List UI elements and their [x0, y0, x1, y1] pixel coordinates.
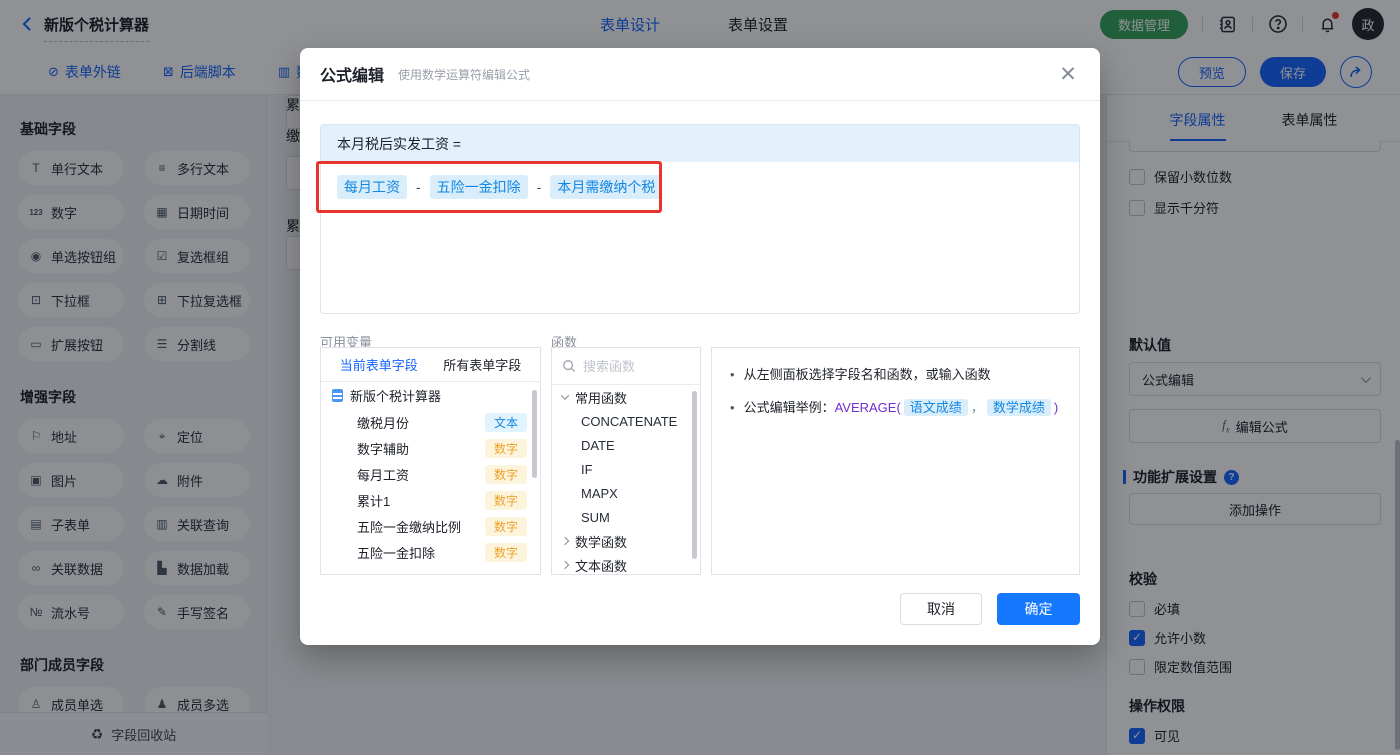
modal-title: 公式编辑: [320, 68, 385, 85]
function-tree-item[interactable]: DATE: [552, 433, 700, 457]
function-tree-item[interactable]: CONCATENATE: [552, 409, 700, 433]
formula-token[interactable]: 本月需缴纳个税: [550, 175, 663, 199]
tip-field-chip: 语文成绩: [903, 399, 968, 416]
variable-type-badge: 数字: [484, 438, 527, 458]
variables-panel: 当前表单字段 所有表单字段 新版个税计算器 缴税月份 文本 数字辅助 数字 每月…: [320, 347, 541, 575]
tree-chevron-icon: [560, 560, 570, 570]
variable-name: 数字辅助: [357, 441, 410, 457]
function-tree-label: CONCATENATE: [581, 413, 678, 429]
variable-name: 五险一金缴纳比例: [357, 519, 462, 535]
function-tree-item[interactable]: 文本函数: [552, 553, 700, 574]
variable-item[interactable]: 累计1 数字: [321, 487, 540, 513]
tip-field-chip: 数学成绩: [986, 399, 1051, 416]
variable-type-badge: 数字: [484, 542, 527, 562]
tip-close-paren: ): [1053, 400, 1059, 415]
functions-scrollbar[interactable]: [692, 391, 697, 559]
function-tree-label: IF: [581, 461, 593, 477]
tip-example-prefix: 公式编辑举例：: [743, 400, 835, 415]
variable-item[interactable]: 五险一金缴纳比例 数字: [321, 513, 540, 539]
tree-chevron-icon: [560, 536, 570, 546]
formula-editor-area[interactable]: 本月税后实发工资 = 每月工资 - 五险一金扣除 - 本月需缴纳个税: [320, 124, 1080, 314]
search-icon: [563, 360, 576, 373]
formula-token[interactable]: -: [416, 179, 421, 195]
variable-type-badge: 数字: [484, 464, 527, 484]
modal-subtitle: 使用数学运算符编辑公式: [398, 67, 531, 82]
function-tree-label: 数学函数: [575, 534, 628, 550]
app-window: 新版个税计算器 表单设计 表单设置 数据管理 政 ⊘ 表单外链 ⊠ 后端脚本 ▥…: [0, 0, 1400, 755]
variable-name: 累计1: [357, 493, 391, 509]
variable-name: 五险一金扣除: [357, 545, 436, 561]
function-search: [552, 348, 700, 385]
variable-item[interactable]: 每月工资 数字: [321, 461, 540, 487]
variables-scrollbar[interactable]: [532, 390, 537, 478]
function-tree-item[interactable]: IF: [552, 457, 700, 481]
functions-tree: 常用函数 CONCATENATE DATE IF MAPX SUM 数学函数 文…: [552, 385, 700, 574]
formula-expression: 每月工资 - 五险一金扣除 - 本月需缴纳个税: [321, 162, 1079, 212]
variable-type-badge: 文本: [484, 412, 527, 432]
function-tree-label: MAPX: [581, 485, 618, 501]
bullet-icon: •: [730, 400, 735, 415]
tip-item: • 公式编辑举例：AVERAGE(语文成绩，数学成绩): [730, 398, 1061, 418]
variable-name: 缴税月份: [357, 415, 410, 431]
form-doc-icon: [332, 389, 343, 402]
formula-editor-modal: 公式编辑 使用数学运算符编辑公式 ✕ 本月税后实发工资 = 每月工资 - 五险一金扣…: [300, 48, 1100, 645]
function-tree-label: SUM: [581, 509, 610, 525]
functions-panel: 常用函数 CONCATENATE DATE IF: [551, 347, 701, 575]
function-tree-item[interactable]: SUM: [552, 505, 700, 529]
tip-function-name: AVERAGE(: [834, 400, 901, 415]
variable-name: 每月工资: [357, 467, 410, 483]
variables-tab[interactable]: 当前表单字段: [340, 355, 418, 374]
formula-token[interactable]: -: [537, 179, 542, 195]
variables-tree-root[interactable]: 新版个税计算器: [321, 382, 540, 409]
variables-tab[interactable]: 所有表单字段: [443, 355, 521, 374]
variable-item[interactable]: 缴税月份 文本: [321, 409, 540, 435]
function-tree-label: 文本函数: [575, 558, 628, 574]
formula-target: 本月税后实发工资 =: [321, 125, 1079, 162]
tip-comma: ，: [970, 400, 984, 415]
function-tree-label: 常用函数: [575, 390, 628, 406]
variables-list: 缴税月份 文本 数字辅助 数字 每月工资 数字 累计1 数字 五险一金缴纳比例 …: [321, 409, 540, 565]
variables-root-label: 新版个税计算器: [350, 389, 442, 404]
bullet-icon: •: [730, 367, 735, 382]
formula-token[interactable]: 每月工资: [337, 175, 407, 199]
cancel-button[interactable]: 取消: [900, 593, 982, 625]
tree-chevron-icon: [560, 391, 570, 400]
confirm-button[interactable]: 确定: [997, 593, 1080, 625]
variable-item[interactable]: 五险一金扣除 数字: [321, 539, 540, 565]
modal-header: 公式编辑 使用数学运算符编辑公式: [300, 48, 1100, 101]
function-tree-item[interactable]: 常用函数: [552, 385, 700, 409]
variable-type-badge: 数字: [484, 490, 527, 510]
variable-item[interactable]: 数字辅助 数字: [321, 435, 540, 461]
formula-token[interactable]: 五险一金扣除: [429, 175, 528, 199]
function-tree-item[interactable]: 数学函数: [552, 529, 700, 553]
variable-type-badge: 数字: [484, 516, 527, 536]
variables-tabs: 当前表单字段 所有表单字段: [321, 348, 540, 382]
tip-text: 从左侧面板选择字段名和函数，或输入函数: [743, 367, 991, 382]
tips-panel: • 从左侧面板选择字段名和函数，或输入函数 • 公式编辑举例：AVERAGE(语…: [711, 347, 1080, 575]
function-tree-label: DATE: [581, 437, 615, 453]
tip-item: • 从左侧面板选择字段名和函数，或输入函数: [730, 365, 1061, 385]
function-tree-item[interactable]: MAPX: [552, 481, 700, 505]
function-search-input[interactable]: [583, 358, 683, 374]
close-icon[interactable]: ✕: [1054, 60, 1082, 88]
tip-text: 公式编辑举例：AVERAGE(语文成绩，数学成绩): [743, 398, 1059, 418]
